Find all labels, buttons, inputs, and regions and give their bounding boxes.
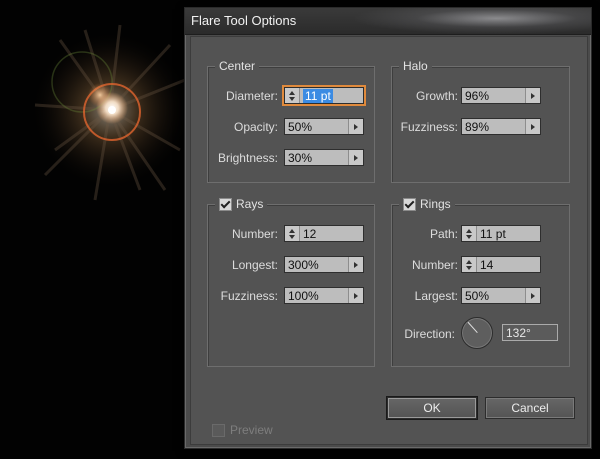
dialog-body: Center Diameter: 11 pt Opacity: 50% Brig…: [190, 36, 588, 445]
growth-value[interactable]: 96%: [462, 89, 489, 103]
center-group-label: Center: [219, 59, 256, 73]
rings-number-stepper[interactable]: [462, 257, 477, 272]
brightness-label: Brightness:: [217, 151, 278, 165]
rays-number-value[interactable]: 12: [300, 227, 316, 241]
rings-checkbox[interactable]: [403, 197, 416, 211]
longest-field[interactable]: 300%: [284, 256, 364, 273]
dialog-title: Flare Tool Options: [191, 13, 297, 28]
lens-flare-artwork: [30, 24, 185, 201]
ok-button[interactable]: OK: [387, 397, 477, 419]
rays-group-label: Rays: [236, 197, 264, 211]
opacity-popup-arrow-icon[interactable]: [348, 119, 363, 134]
opacity-field[interactable]: 50%: [284, 118, 364, 135]
rings-number-value[interactable]: 14: [477, 258, 493, 272]
opacity-value[interactable]: 50%: [285, 120, 312, 134]
rays-number-field[interactable]: 12: [284, 225, 364, 242]
diameter-value[interactable]: 11 pt: [303, 88, 333, 103]
growth-field[interactable]: 96%: [461, 87, 541, 104]
rays-fuzziness-value[interactable]: 100%: [285, 289, 319, 303]
flare-tool-options-dialog: Flare Tool Options Center Diameter: 11 p…: [184, 7, 592, 449]
longest-value[interactable]: 300%: [285, 258, 319, 272]
direction-dial-hand: [467, 321, 478, 333]
longest-popup-arrow-icon[interactable]: [348, 257, 363, 272]
direction-value[interactable]: 132°: [503, 326, 531, 340]
halo-fuzziness-label: Fuzziness:: [400, 120, 458, 134]
diameter-stepper[interactable]: [285, 88, 300, 103]
preview-label: Preview: [230, 423, 273, 437]
preview-option: Preview: [212, 423, 273, 437]
rays-number-stepper[interactable]: [285, 226, 300, 241]
halo-fuzziness-field[interactable]: 89%: [461, 118, 541, 135]
largest-label: Largest:: [414, 289, 458, 303]
rings-number-field[interactable]: 14: [461, 256, 541, 273]
brightness-popup-arrow-icon[interactable]: [348, 150, 363, 165]
center-group: Center Diameter: 11 pt Opacity: 50% Brig…: [207, 59, 375, 183]
path-label: Path:: [429, 227, 458, 241]
rings-group-label: Rings: [420, 197, 451, 211]
halo-fuzziness-popup-arrow-icon[interactable]: [525, 119, 540, 134]
path-value[interactable]: 11 pt: [477, 227, 506, 241]
longest-label: Longest:: [231, 258, 278, 272]
rings-number-label: Number:: [411, 258, 458, 272]
diameter-label: Diameter:: [225, 89, 278, 103]
rays-fuzziness-label: Fuzziness:: [220, 289, 278, 303]
largest-popup-arrow-icon[interactable]: [525, 288, 540, 303]
largest-field[interactable]: 50%: [461, 287, 541, 304]
rays-fuzziness-popup-arrow-icon[interactable]: [348, 288, 363, 303]
rings-group: Rings Path: 11 pt Number: 14 Largest: 50…: [391, 197, 570, 367]
largest-value[interactable]: 50%: [462, 289, 489, 303]
direction-dial[interactable]: [461, 317, 493, 349]
growth-label: Growth:: [415, 89, 458, 103]
halo-group: Halo Growth: 96% Fuzziness: 89%: [391, 59, 570, 183]
direction-field[interactable]: 132°: [502, 324, 558, 341]
direction-label: Direction:: [404, 327, 455, 341]
rays-number-label: Number:: [231, 227, 278, 241]
path-field[interactable]: 11 pt: [461, 225, 541, 242]
path-stepper[interactable]: [462, 226, 477, 241]
growth-popup-arrow-icon[interactable]: [525, 88, 540, 103]
rays-checkbox[interactable]: [219, 197, 232, 211]
rays-fuzziness-field[interactable]: 100%: [284, 287, 364, 304]
rays-group: Rays Number: 12 Longest: 300% Fuzziness:…: [207, 197, 375, 367]
preview-checkbox[interactable]: [212, 423, 225, 437]
brightness-value[interactable]: 30%: [285, 151, 312, 165]
opacity-label: Opacity:: [233, 120, 278, 134]
diameter-field[interactable]: 11 pt: [282, 85, 366, 106]
brightness-field[interactable]: 30%: [284, 149, 364, 166]
dialog-titlebar[interactable]: Flare Tool Options: [185, 8, 591, 35]
halo-fuzziness-value[interactable]: 89%: [462, 120, 489, 134]
halo-group-label: Halo: [403, 59, 428, 73]
cancel-button[interactable]: Cancel: [485, 397, 575, 419]
